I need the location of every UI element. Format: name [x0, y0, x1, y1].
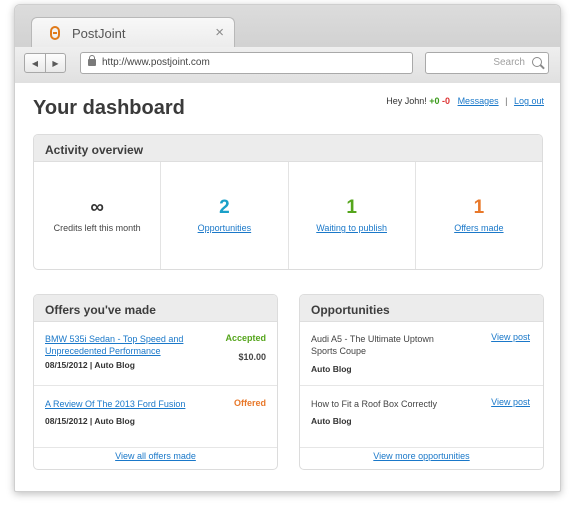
minus-count: -0 [442, 96, 451, 106]
opportunities-link[interactable]: Opportunities [161, 223, 287, 233]
page-title: Your dashboard [33, 97, 185, 119]
address-bar[interactable]: http://www.postjoint.com [80, 52, 413, 74]
nav-buttons: ◀ ▶ [24, 53, 66, 73]
opportunity-meta: Auto Blog [311, 364, 352, 374]
offer-row: A Review Of The 2013 Ford Fusion 08/15/2… [34, 386, 277, 448]
offers-value: 1 [473, 197, 485, 218]
greeting: Hey John! [386, 96, 427, 106]
close-tab-icon[interactable]: × [215, 24, 224, 41]
opportunity-meta: Auto Blog [311, 416, 352, 426]
search-placeholder[interactable]: Search [493, 57, 525, 68]
offers-title: Offers you've made [34, 295, 277, 322]
tab-title: PostJoint [72, 26, 126, 41]
user-bar: Hey John! +0 -0 Messages | Log out [386, 96, 544, 106]
stat-offers: 1 Offers made [416, 162, 542, 269]
view-all-offers-link[interactable]: View all offers made [34, 451, 277, 461]
opportunity-title: How to Fit a Roof Box Correctly [311, 399, 438, 409]
search-input[interactable]: Search [425, 52, 549, 74]
postjoint-logo-icon [50, 26, 60, 40]
separator: | [505, 96, 508, 106]
offer-title-link[interactable]: BMW 535i Sedan - Top Speed and Unprecede… [45, 333, 195, 357]
activity-stats: ∞ Credits left this month 2 Opportunitie… [34, 162, 542, 269]
url-text[interactable]: http://www.postjoint.com [102, 57, 210, 68]
offer-meta: 08/15/2012 | Auto Blog [45, 360, 135, 370]
activity-overview-panel: Activity overview ∞ Credits left this mo… [33, 134, 543, 270]
opportunity-row: How to Fit a Roof Box Correctly Auto Blo… [300, 386, 543, 448]
offer-status: Offered [233, 398, 266, 408]
back-button[interactable]: ◀ [25, 54, 45, 72]
opportunities-title: Opportunities [300, 295, 543, 322]
offer-status: Accepted [225, 333, 266, 343]
view-post-link[interactable]: View post [491, 397, 530, 407]
credits-label: Credits left this month [53, 223, 141, 233]
offer-row: BMW 535i Sedan - Top Speed and Unprecede… [34, 322, 277, 386]
lock-icon [88, 55, 96, 66]
offer-title-link[interactable]: A Review Of The 2013 Ford Fusion [45, 398, 195, 410]
search-icon[interactable] [532, 57, 542, 67]
opportunities-value: 2 [219, 197, 230, 218]
opportunities-panel: Opportunities Audi A5 - The Ultimate Upt… [299, 294, 544, 470]
browser-chrome: PostJoint × ◀ ▶ http://www.postjoint.com… [15, 5, 560, 83]
browser-tab[interactable]: PostJoint × [31, 17, 235, 47]
offer-price: $10.00 [238, 352, 266, 362]
offer-meta: 08/15/2012 | Auto Blog [45, 416, 135, 426]
messages-link[interactable]: Messages [458, 96, 499, 106]
view-post-link[interactable]: View post [491, 332, 530, 342]
plus-count: +0 [429, 96, 440, 106]
offers-panel: Offers you've made BMW 535i Sedan - Top … [33, 294, 278, 470]
browser-toolbar: ◀ ▶ http://www.postjoint.com Search [15, 47, 560, 83]
waiting-value: 1 [346, 197, 357, 218]
offers-made-link[interactable]: Offers made [416, 223, 542, 233]
opportunity-row: Audi A5 - The Ultimate Uptown Sports Cou… [300, 322, 543, 386]
activity-overview-title: Activity overview [34, 135, 542, 162]
stat-waiting: 1 Waiting to publish [289, 162, 416, 269]
view-more-opportunities-link[interactable]: View more opportunities [300, 451, 543, 461]
stat-credits: ∞ Credits left this month [34, 162, 162, 269]
forward-button[interactable]: ▶ [45, 54, 65, 72]
logout-link[interactable]: Log out [514, 96, 544, 106]
stat-opportunities: 2 Opportunities [161, 162, 289, 269]
opportunity-title: Audi A5 - The Ultimate Uptown Sports Cou… [311, 334, 434, 356]
browser-window: PostJoint × ◀ ▶ http://www.postjoint.com… [14, 4, 561, 492]
waiting-to-publish-link[interactable]: Waiting to publish [289, 223, 415, 233]
credits-value: ∞ [90, 197, 104, 218]
